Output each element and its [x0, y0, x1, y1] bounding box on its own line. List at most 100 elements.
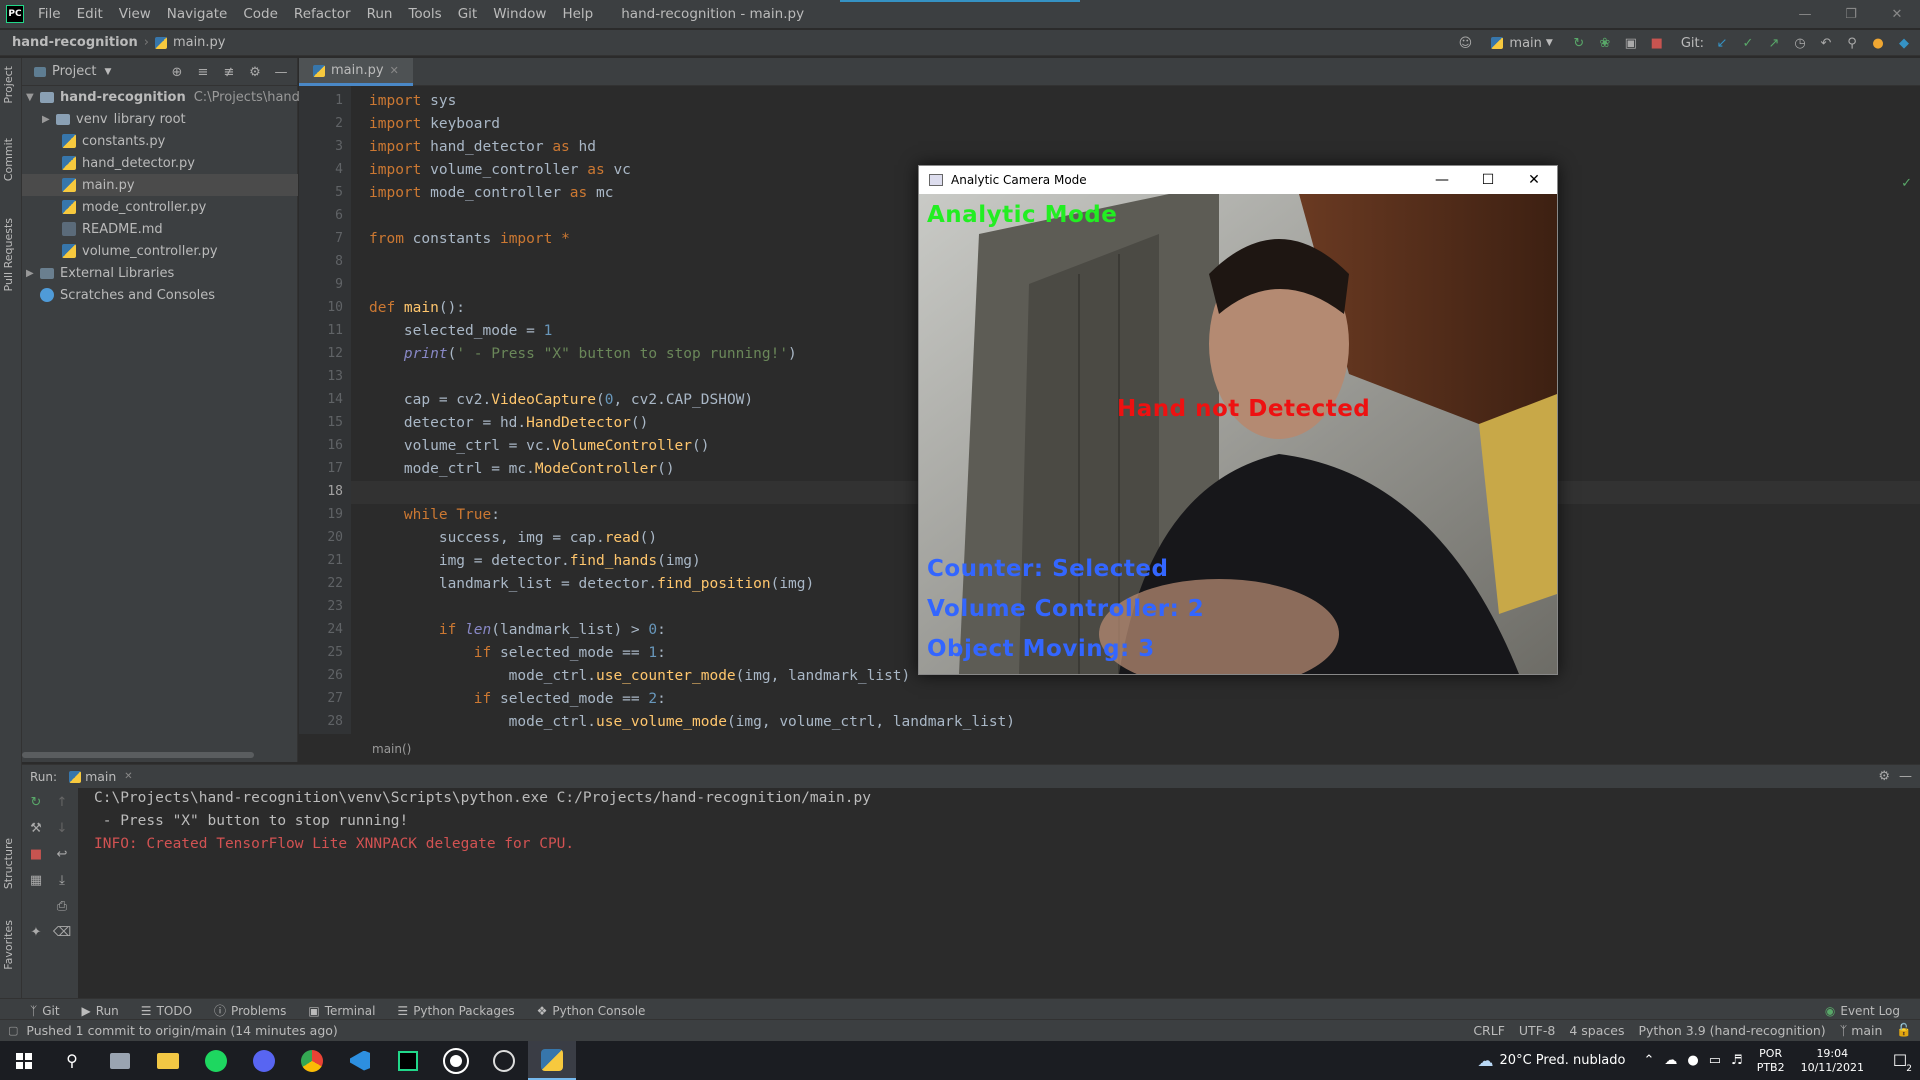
line-number[interactable]: 10: [327, 300, 343, 315]
function-breadcrumb[interactable]: main(): [372, 742, 411, 756]
line-number[interactable]: 7: [335, 231, 343, 246]
tab-pull-requests[interactable]: Pull Requests: [2, 218, 15, 291]
line-number[interactable]: 28: [327, 714, 343, 729]
gear-icon[interactable]: ⚙: [1878, 769, 1890, 784]
trash-icon[interactable]: ⌫: [53, 924, 71, 940]
rollback-icon[interactable]: ↶: [1818, 35, 1834, 51]
project-horizontal-scrollbar[interactable]: [22, 752, 254, 758]
soft-wrap-icon[interactable]: ↩: [54, 846, 70, 862]
locate-icon[interactable]: ⊕: [169, 64, 185, 80]
line-separator[interactable]: CRLF: [1473, 1023, 1505, 1038]
line-number[interactable]: 16: [327, 438, 343, 453]
menu-help[interactable]: Help: [562, 6, 593, 22]
history-icon[interactable]: ◷: [1792, 35, 1808, 51]
python-app-icon[interactable]: [528, 1041, 576, 1080]
status-toggle-icon[interactable]: ▢: [8, 1024, 18, 1037]
chrome-icon[interactable]: [288, 1041, 336, 1080]
menu-run[interactable]: Run: [367, 6, 393, 22]
inspection-ok-icon[interactable]: ✓: [1901, 176, 1912, 191]
breadcrumb-project[interactable]: hand-recognition: [12, 35, 138, 50]
line-number[interactable]: 3: [335, 139, 343, 154]
indent-setting[interactable]: 4 spaces: [1569, 1023, 1624, 1038]
collapse-all-icon[interactable]: ≢: [221, 64, 237, 80]
start-button[interactable]: [0, 1041, 48, 1080]
status-message[interactable]: Pushed 1 commit to origin/main (14 minut…: [26, 1023, 337, 1038]
pycharm-icon[interactable]: [384, 1041, 432, 1080]
obs-icon[interactable]: [480, 1041, 528, 1080]
tree-root[interactable]: ▼ hand-recognition C:\Projects\hand-rec: [26, 86, 325, 108]
line-number[interactable]: 27: [327, 691, 343, 706]
user-icon[interactable]: ☺: [1457, 35, 1473, 51]
minimize-icon[interactable]: —: [1782, 0, 1828, 28]
file-explorer-icon[interactable]: [144, 1041, 192, 1080]
line-number[interactable]: 14: [327, 392, 343, 407]
tooltab-python-console[interactable]: ❖ Python Console: [537, 1004, 646, 1018]
tree-file[interactable]: hand_detector.py: [62, 152, 195, 174]
gear-icon[interactable]: ⚙: [247, 64, 263, 80]
clock[interactable]: 19:04 10/11/2021: [1801, 1047, 1864, 1075]
line-number[interactable]: 25: [327, 645, 343, 660]
tree-file[interactable]: constants.py: [62, 130, 165, 152]
line-number[interactable]: 2: [335, 116, 343, 131]
updates-icon[interactable]: ●: [1870, 35, 1886, 51]
minimize-icon[interactable]: —: [1419, 166, 1465, 194]
volume-icon[interactable]: ♬: [1731, 1053, 1743, 1068]
maximize-icon[interactable]: ☐: [1465, 166, 1511, 194]
close-icon[interactable]: ✕: [124, 771, 132, 782]
chevron-up-icon[interactable]: ⌃: [1643, 1053, 1654, 1068]
line-number[interactable]: 4: [335, 162, 343, 177]
vscode-icon[interactable]: [336, 1041, 384, 1080]
close-icon[interactable]: ✕: [1511, 166, 1557, 194]
pin-icon[interactable]: ✦: [28, 924, 44, 940]
tab-main-py[interactable]: main.py ✕: [299, 58, 413, 86]
search-icon[interactable]: ⚲: [48, 1041, 96, 1080]
line-number[interactable]: 8: [335, 254, 343, 269]
close-icon[interactable]: ✕: [390, 64, 399, 77]
tooltab-git[interactable]: ᛉ Git: [30, 1004, 60, 1018]
tab-favorites[interactable]: Favorites: [2, 920, 15, 970]
line-number[interactable]: 24: [327, 622, 343, 637]
discord-icon[interactable]: [240, 1041, 288, 1080]
menu-edit[interactable]: Edit: [77, 6, 103, 22]
scroll-end-icon[interactable]: ⤓: [54, 872, 70, 888]
line-number[interactable]: 20: [327, 530, 343, 545]
app-icon-generic[interactable]: [96, 1041, 144, 1080]
menu-navigate[interactable]: Navigate: [167, 6, 228, 22]
run-tab-main[interactable]: main: [85, 769, 116, 784]
git-push-icon[interactable]: ↗: [1766, 35, 1782, 51]
steam-icon[interactable]: [432, 1041, 480, 1080]
rerun-icon[interactable]: ↻: [1571, 35, 1587, 51]
tab-project[interactable]: Project: [2, 66, 15, 104]
line-number[interactable]: 1: [335, 93, 343, 108]
notification-center-icon[interactable]: ☐ 2: [1880, 1041, 1920, 1080]
onedrive-icon[interactable]: ☁: [1664, 1053, 1677, 1068]
tooltab-todo[interactable]: ☰ TODO: [141, 1004, 192, 1018]
tooltab-run[interactable]: ▶ Run: [82, 1004, 119, 1018]
tree-scratches[interactable]: Scratches and Consoles: [40, 284, 215, 306]
tooltab-terminal[interactable]: ▣ Terminal: [308, 1004, 375, 1018]
line-number[interactable]: 21: [327, 553, 343, 568]
menu-file[interactable]: File: [38, 6, 61, 22]
camera-titlebar[interactable]: Analytic Camera Mode — ☐ ✕: [919, 166, 1557, 194]
menu-window[interactable]: Window: [493, 6, 546, 22]
git-branch-status[interactable]: ᛉ main: [1840, 1023, 1883, 1038]
line-number[interactable]: 13: [327, 369, 343, 384]
search-icon[interactable]: ⚲: [1844, 35, 1860, 51]
menu-tools[interactable]: Tools: [408, 6, 441, 22]
line-number[interactable]: 17: [327, 461, 343, 476]
tree-file[interactable]: README.md: [62, 218, 163, 240]
git-commit-icon[interactable]: ✓: [1740, 35, 1756, 51]
breadcrumb-file[interactable]: main.py: [173, 35, 226, 50]
line-number[interactable]: 18: [327, 484, 343, 499]
print-icon[interactable]: ⎙: [54, 898, 70, 914]
project-panel-title[interactable]: Project: [52, 64, 96, 79]
line-number[interactable]: 19: [327, 507, 343, 522]
restore-icon[interactable]: ❐: [1828, 0, 1874, 28]
microphone-icon[interactable]: ●: [1687, 1053, 1698, 1068]
rerun-icon[interactable]: ↻: [28, 794, 44, 810]
menu-refactor[interactable]: Refactor: [294, 6, 351, 22]
menu-code[interactable]: Code: [243, 6, 278, 22]
hide-icon[interactable]: —: [273, 64, 289, 80]
line-number[interactable]: 22: [327, 576, 343, 591]
expand-all-icon[interactable]: ≡: [195, 64, 211, 80]
